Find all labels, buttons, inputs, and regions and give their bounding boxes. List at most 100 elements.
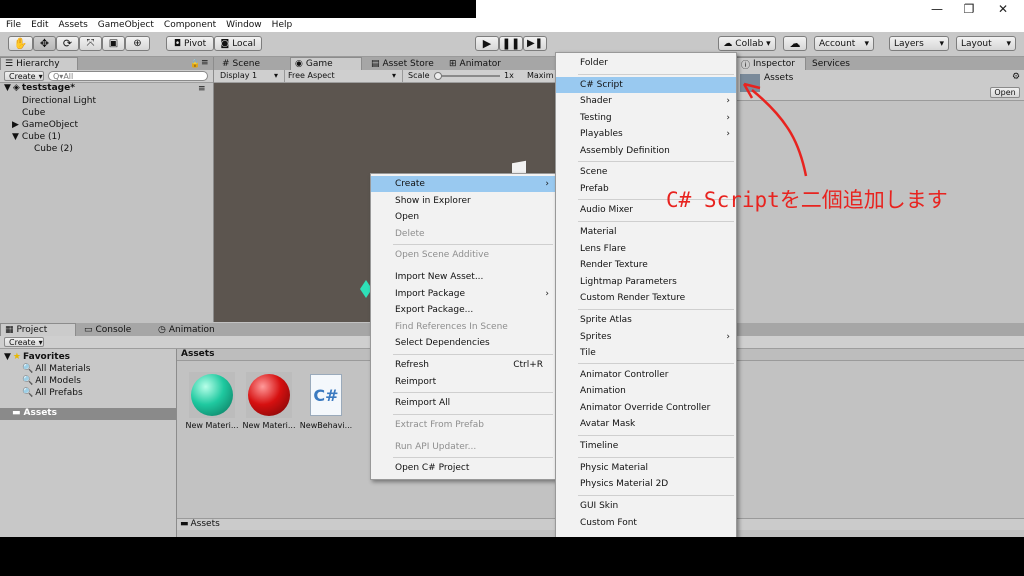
create-submenu-item[interactable]: Timeline [556,438,736,454]
hierarchy-item[interactable]: Cube [22,108,45,118]
context-menu-item[interactable]: Export Package... [371,302,555,318]
panel-menu-icon[interactable]: ≡ [201,58,209,68]
create-submenu-item[interactable]: GUI Skin [556,498,736,514]
create-submenu-item[interactable]: Folder [556,55,736,71]
asset-thumbnail[interactable]: C# [303,372,349,418]
open-button[interactable]: Open [990,87,1020,98]
menu-assets[interactable]: Assets [59,20,88,30]
context-menu-item[interactable]: Create › [371,176,555,192]
asset-thumbnail[interactable] [246,372,292,418]
menu-window[interactable]: Window [226,20,262,30]
local-toggle[interactable]: ◙ Local [214,36,262,51]
layout-dropdown[interactable]: Layout ▾ [956,36,1016,51]
create-submenu-item[interactable]: Animator Controller [556,367,736,383]
favorites-node[interactable]: ▼ ★ Favorites [4,352,70,362]
menu-help[interactable]: Help [272,20,293,30]
tab-animator[interactable]: ⊞ Animator [445,57,525,70]
tab-inspector[interactable]: ⓘ Inspector [736,57,806,71]
create-submenu-item[interactable]: Lens Flare [556,241,736,257]
pivot-toggle[interactable]: ◘ Pivot [166,36,214,51]
pause-button[interactable]: ❚❚ [499,36,523,51]
scale-tool-button[interactable]: ⤧ [79,36,102,51]
create-submenu-item[interactable]: Scene [556,164,736,180]
close-window-button[interactable]: ✕ [988,0,1018,18]
title-bar-right: — ❐ ✕ [476,0,1024,18]
hierarchy-item[interactable]: ▼ Cube (1) [12,132,61,142]
create-submenu-item[interactable]: C# Script [556,77,736,93]
assets-root-node[interactable]: ▬ Assets [0,408,176,420]
play-button[interactable]: ▶ [475,36,499,51]
favorite-item[interactable]: 🔍 All Models [22,376,81,386]
hierarchy-item[interactable]: Cube (2) [34,144,73,154]
create-submenu-item[interactable]: Material [556,224,736,240]
create-submenu-item[interactable]: Custom Font [556,515,736,531]
tab-game[interactable]: ◉ Game [290,57,362,70]
context-menu-item[interactable]: Open [371,209,555,225]
display-dropdown[interactable]: Display 1 ▾ [220,71,282,80]
cloud-button[interactable]: ☁ [783,36,807,51]
context-menu-item[interactable]: Refresh Ctrl+R [371,357,555,373]
context-menu-item[interactable]: Select Dependencies [371,335,555,351]
rotate-tool-button[interactable]: ⟳ [56,36,79,51]
tab-hierarchy[interactable]: ☰ Hierarchy [0,57,78,70]
create-submenu-item[interactable]: Physics Material 2D [556,476,736,492]
create-submenu-item[interactable]: Render Texture [556,257,736,273]
scene-menu-icon[interactable]: ≡ [198,84,206,94]
asset-thumbnail[interactable] [189,372,235,418]
create-submenu-item[interactable]: Animation [556,383,736,399]
tab-animation[interactable]: ◷ Animation [154,323,234,336]
move-tool-button[interactable]: ✥ [33,36,56,51]
project-create-button[interactable]: Create ▾ [4,337,44,347]
aspect-dropdown[interactable]: Free Aspect ▾ [288,71,400,80]
hierarchy-create-button[interactable]: Create ▾ [4,71,44,81]
minimize-button[interactable]: — [922,0,952,18]
favorite-item[interactable]: 🔍 All Prefabs [22,388,83,398]
hand-tool-button[interactable]: ✋ [8,36,33,51]
context-menu-item[interactable]: Open C# Project [371,460,555,476]
create-submenu-item[interactable]: Assembly Definition [556,143,736,159]
menu-gameobject[interactable]: GameObject [98,20,154,30]
hierarchy-item[interactable]: Directional Light [22,96,96,106]
menu-component[interactable]: Component [164,20,216,30]
transform-tool-button[interactable]: ⊕ [125,36,150,51]
favorite-item[interactable]: 🔍 All Materials [22,364,91,374]
tab-services[interactable]: Services [808,57,868,70]
rect-tool-button[interactable]: ▣ [102,36,125,51]
context-menu-item[interactable]: Show in Explorer [371,193,555,209]
create-submenu-item[interactable]: Animator Override Controller [556,400,736,416]
maximize-on-play-toggle[interactable]: Maxim [527,71,554,80]
tab-project[interactable]: ▦ Project [0,323,76,336]
context-menu-item[interactable]: Reimport All [371,395,555,411]
hierarchy-item[interactable]: ▶ GameObject [12,120,78,130]
layers-dropdown[interactable]: Layers ▾ [889,36,949,51]
restore-button[interactable]: ❐ [954,0,984,18]
create-submenu-item[interactable]: Sprites › [556,329,736,345]
hierarchy-search-input[interactable]: Q▾All [48,71,208,81]
create-submenu-item[interactable]: Playables › [556,126,736,142]
tab-asset-store[interactable]: ▤ Asset Store [367,57,443,70]
lock-icon[interactable]: 🔒 [190,59,200,68]
step-button[interactable]: ▶❚ [523,36,547,51]
scene-root[interactable]: ▼ ◈ teststage* [4,83,75,93]
scale-slider-handle[interactable] [434,72,442,80]
account-dropdown[interactable]: Account ▾ [814,36,874,51]
scale-slider[interactable] [434,75,500,77]
tab-console[interactable]: ▭ Console [80,323,152,336]
create-submenu-item[interactable]: Lightmap Parameters [556,274,736,290]
context-menu-item[interactable]: Reimport [371,374,555,390]
create-submenu-item[interactable]: Testing › [556,110,736,126]
create-submenu-item[interactable]: Physic Material [556,460,736,476]
create-submenu-item[interactable]: Shader › [556,93,736,109]
menu-edit[interactable]: Edit [31,20,48,30]
create-submenu-item[interactable]: Sprite Atlas [556,312,736,328]
collab-dropdown[interactable]: ☁ Collab ▾ [718,36,776,51]
context-menu-item[interactable]: Import Package › [371,286,555,302]
create-submenu-item[interactable]: Avatar Mask [556,416,736,432]
create-submenu-item[interactable]: Tile [556,345,736,361]
create-submenu-item[interactable]: Custom Render Texture [556,290,736,306]
context-menu-item[interactable]: Import New Asset... [371,269,555,285]
tab-scene[interactable]: # Scene [218,57,288,70]
create-submenu-item-label: Physics Material 2D [580,479,669,489]
menu-file[interactable]: File [6,20,21,30]
gear-icon[interactable]: ⚙ [1012,72,1020,82]
